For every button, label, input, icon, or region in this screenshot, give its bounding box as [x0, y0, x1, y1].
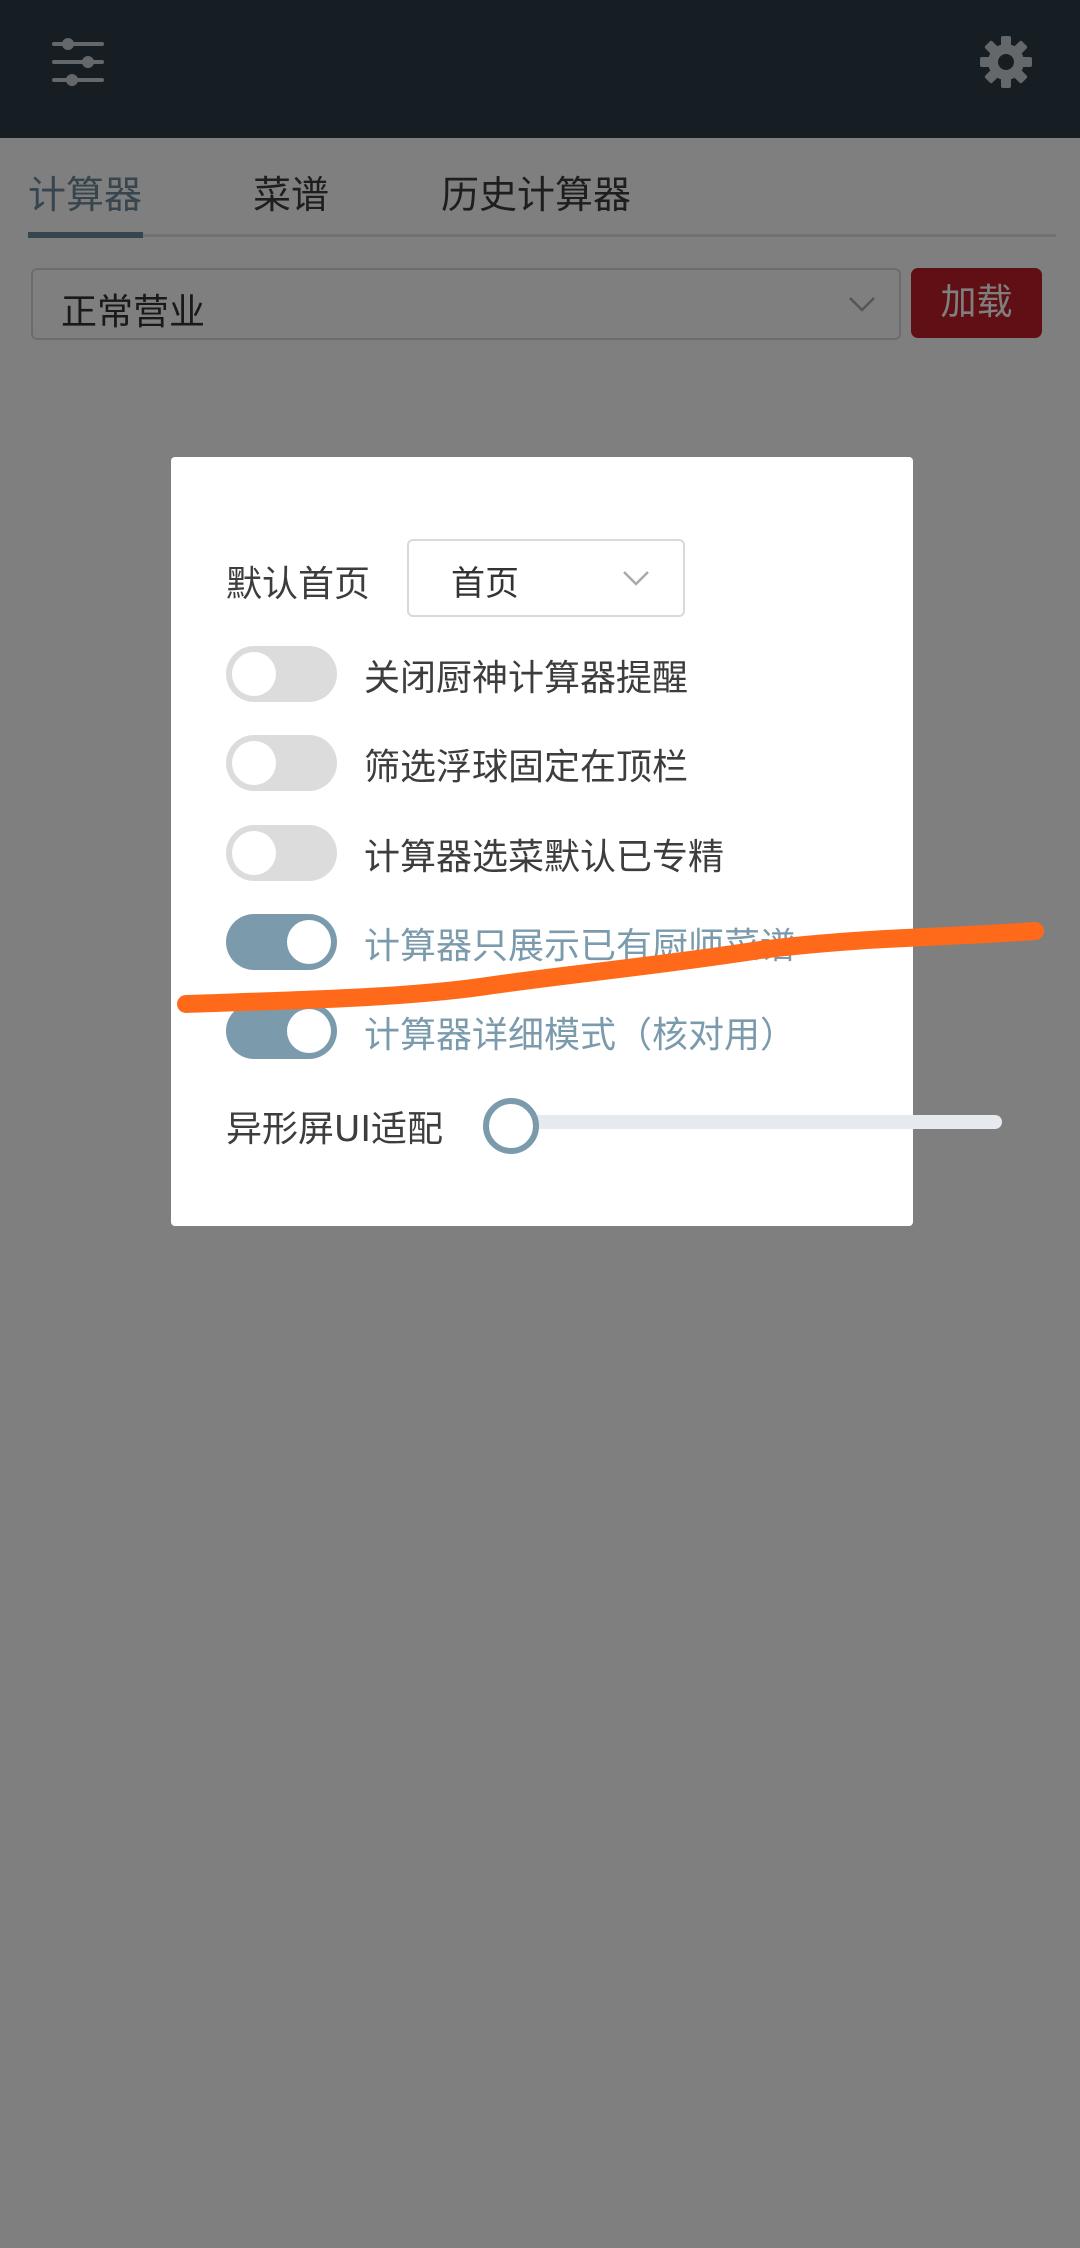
notch-ui-slider-handle[interactable]: [483, 1098, 539, 1154]
toggle-owned-chef-recipes-label: 计算器只展示已有厨师菜谱: [364, 926, 797, 967]
toggle-default-mastered[interactable]: [226, 825, 337, 881]
notch-ui-slider-track[interactable]: [511, 1115, 1002, 1129]
default-home-label: 默认首页: [226, 564, 371, 605]
toggle-knob: [232, 831, 276, 875]
toggle-knob: [232, 741, 276, 785]
chevron-down-icon: [623, 571, 649, 586]
toggle-pin-float-ball-label: 筛选浮球固定在顶栏: [364, 747, 689, 788]
toggle-knob: [287, 920, 331, 964]
toggle-close-reminder-label: 关闭厨神计算器提醒: [364, 658, 689, 699]
toggle-close-reminder[interactable]: [226, 646, 337, 702]
toggle-detailed-mode-label: 计算器详细模式（核对用）: [364, 1015, 797, 1056]
default-home-value: 首页: [451, 564, 519, 604]
toggle-knob: [287, 1009, 331, 1053]
toggle-pin-float-ball[interactable]: [226, 735, 337, 791]
settings-dialog: 默认首页 首页 关闭厨神计算器提醒 筛选浮球固定在顶栏 计算器选菜默认已专精 计…: [171, 457, 1002, 1226]
toggle-detailed-mode[interactable]: [226, 1003, 337, 1059]
toggle-owned-chef-recipes[interactable]: [226, 914, 337, 970]
default-home-select[interactable]: 首页: [407, 539, 685, 617]
toggle-knob: [232, 652, 276, 696]
notch-ui-label: 异形屏UI适配: [226, 1109, 443, 1150]
toggle-default-mastered-label: 计算器选菜默认已专精: [364, 837, 725, 878]
